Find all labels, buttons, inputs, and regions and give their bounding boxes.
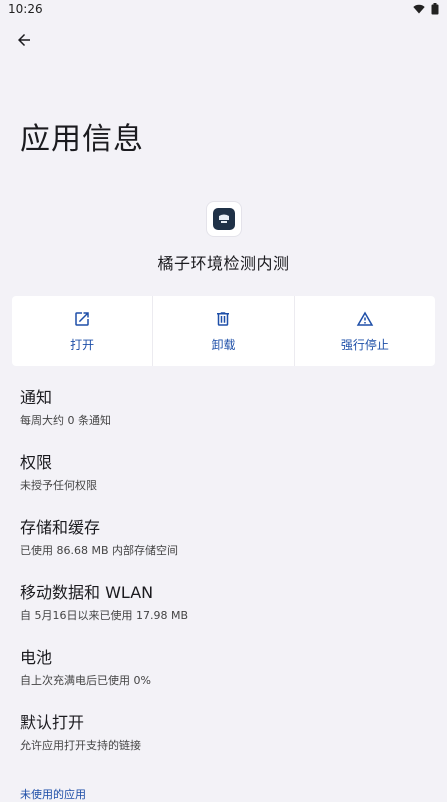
battery-icon xyxy=(431,3,439,15)
setting-title: 移动数据和 WLAN xyxy=(20,583,154,602)
setting-open-by-default[interactable]: 默认打开 允许应用打开支持的链接 xyxy=(0,713,447,778)
setting-battery[interactable]: 电池 自上次充满电后已使用 0% xyxy=(0,648,447,713)
open-label: 打开 xyxy=(70,337,95,352)
setting-title: 默认打开 xyxy=(20,713,85,732)
status-icons xyxy=(413,3,439,15)
setting-summary: 自 5月16日以来已使用 17.98 MB xyxy=(20,609,189,622)
app-name: 橘子环境检测内测 xyxy=(157,254,290,273)
setting-notifications[interactable]: 通知 每周大约 0 条通知 xyxy=(0,388,447,453)
setting-mobile-data[interactable]: 移动数据和 WLAN 自 5月16日以来已使用 17.98 MB xyxy=(0,583,447,648)
arrow-back-icon xyxy=(18,34,30,46)
setting-summary: 未授予任何权限 xyxy=(20,479,97,492)
setting-summary: 允许应用打开支持的链接 xyxy=(20,739,141,752)
trash-icon xyxy=(217,311,230,326)
setting-title: 电池 xyxy=(20,648,53,667)
app-header: 橘子环境检测内测 xyxy=(0,202,447,274)
uninstall-label: 卸载 xyxy=(211,337,236,352)
app-icon xyxy=(206,202,241,236)
force-stop-button[interactable]: 强行停止 xyxy=(295,296,435,366)
open-button[interactable]: 打开 xyxy=(12,296,154,366)
back-button[interactable] xyxy=(12,28,36,52)
status-time: 10:26 xyxy=(8,2,43,16)
wifi-icon xyxy=(413,4,425,14)
page-title: 应用信息 xyxy=(20,122,144,157)
status-bar: 10:26 xyxy=(0,0,447,18)
uninstall-button[interactable]: 卸载 xyxy=(153,296,295,366)
setting-summary: 自上次充满电后已使用 0% xyxy=(20,674,151,687)
app-logo-icon xyxy=(212,208,235,230)
setting-title: 通知 xyxy=(20,388,53,407)
top-app-bar xyxy=(0,18,447,62)
settings-list: 通知 每周大约 0 条通知 权限 未授予任何权限 存储和缓存 已使用 86.68… xyxy=(0,388,447,778)
setting-summary: 每周大约 0 条通知 xyxy=(20,414,111,427)
setting-storage[interactable]: 存储和缓存 已使用 86.68 MB 内部存储空间 xyxy=(0,518,447,583)
force-stop-label: 强行停止 xyxy=(340,337,389,352)
app-actions: 打开 卸载 强行停止 xyxy=(12,296,435,366)
setting-summary: 已使用 86.68 MB 内部存储空间 xyxy=(20,544,179,557)
setting-title: 权限 xyxy=(20,453,53,472)
warning-icon xyxy=(356,311,374,326)
setting-title: 存储和缓存 xyxy=(20,518,101,537)
setting-permissions[interactable]: 权限 未授予任何权限 xyxy=(0,453,447,518)
open-external-icon xyxy=(75,311,89,326)
